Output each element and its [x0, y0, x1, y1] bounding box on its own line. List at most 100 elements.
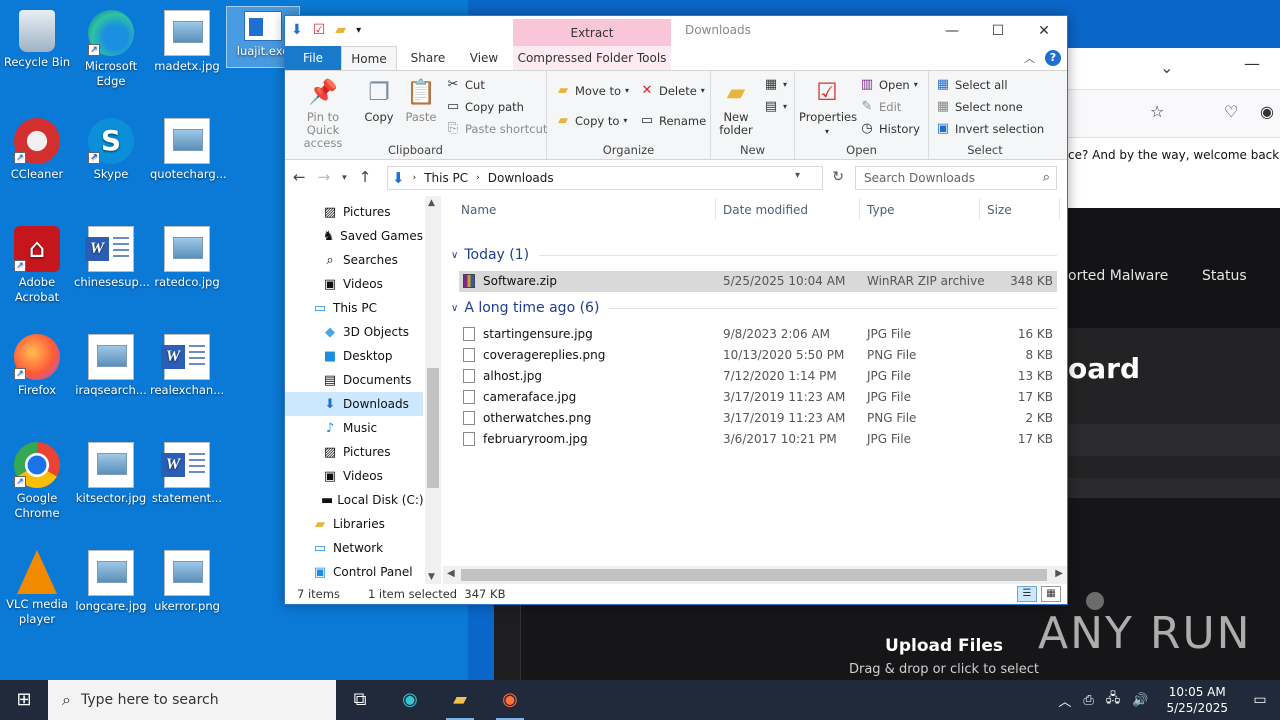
desktop-icon-madetx[interactable]: madetx.jpg: [150, 6, 224, 74]
search-input[interactable]: Search Downloads ⌕: [855, 166, 1057, 190]
forward-arrow-icon[interactable]: →: [318, 168, 331, 188]
tab-view[interactable]: View: [459, 46, 509, 70]
nav-item-documents[interactable]: ▤ Documents: [285, 368, 423, 392]
volume-icon[interactable]: 🔊: [1132, 693, 1148, 708]
file-row[interactable]: otherwatches.png 3/17/2019 11:23 AM PNG …: [459, 408, 1057, 429]
paste-button[interactable]: 📋 Paste: [401, 77, 441, 124]
breadcrumb-separator-icon[interactable]: ›: [476, 173, 480, 183]
taskbar-edge[interactable]: ◉: [386, 680, 434, 720]
pin-quick-access-button[interactable]: 📌 Pin to Quick access: [291, 77, 355, 150]
scrollbar-thumb[interactable]: [461, 569, 1047, 581]
account-icon[interactable]: ◉: [1260, 102, 1274, 121]
nav-item-network[interactable]: ▭ Network: [285, 536, 423, 560]
file-explorer-window[interactable]: ⬇ ☑ ▰ ▾ Extract Downloads — ☐ ✕ File Hom…: [284, 15, 1068, 605]
breadcrumb-this-pc[interactable]: This PC: [424, 171, 468, 185]
chevron-down-icon[interactable]: ⌄: [1160, 58, 1173, 77]
scroll-down-icon[interactable]: ▼: [428, 572, 435, 582]
new-folder-button[interactable]: ▰ New folder: [715, 77, 757, 137]
desktop-icon-ratedco[interactable]: ratedco.jpg: [150, 222, 224, 290]
search-icon[interactable]: ⌕: [1043, 170, 1050, 185]
nav-item-libraries[interactable]: ▰ Libraries: [285, 512, 423, 536]
nav-item-control-panel[interactable]: ▣ Control Panel: [285, 560, 423, 584]
close-button[interactable]: ✕: [1021, 16, 1067, 46]
file-row[interactable]: alhost.jpg 7/12/2020 1:14 PM JPG File 13…: [459, 366, 1057, 387]
properties-button[interactable]: ☑ Properties ▾: [799, 77, 857, 138]
file-row[interactable]: startingensure.jpg 9/8/2023 2:06 AM JPG …: [459, 324, 1057, 345]
nav-item-searches[interactable]: ⌕ Searches: [285, 248, 423, 272]
desktop-icon-ukerror[interactable]: ukerror.png: [150, 546, 224, 614]
nav-item-desktop[interactable]: ■ Desktop: [285, 344, 423, 368]
scroll-up-icon[interactable]: ▲: [428, 198, 435, 208]
history-button[interactable]: ◷ History: [859, 121, 920, 136]
desktop-icon-acrobat[interactable]: ⌂ ↗ Adobe Acrobat: [0, 222, 74, 305]
nav-item-local-disk[interactable]: ▬ Local Disk (C:): [285, 488, 424, 512]
nav-status[interactable]: Status: [1202, 268, 1247, 284]
new-item-button[interactable]: ▦ ▾: [763, 77, 787, 92]
scrollbar-thumb[interactable]: [427, 368, 439, 488]
notification-center-button[interactable]: ▭: [1240, 692, 1280, 708]
open-button[interactable]: ▥ Open ▾: [859, 77, 918, 92]
taskbar-file-explorer[interactable]: ▰: [436, 680, 484, 720]
nav-item-videos[interactable]: ▣ Videos: [285, 464, 423, 488]
column-name[interactable]: Name: [461, 203, 496, 217]
column-separator[interactable]: [1059, 198, 1060, 220]
desktop-icon-longcare[interactable]: longcare.jpg: [74, 546, 148, 614]
paste-shortcut-button[interactable]: ⎘ Paste shortcut: [445, 121, 548, 136]
chevron-up-icon[interactable]: ︿: [1058, 691, 1071, 710]
maximize-button[interactable]: ☐: [975, 16, 1021, 46]
desktop-icon-kitsector[interactable]: kitsector.jpg: [74, 438, 148, 506]
copy-path-button[interactable]: ▭ Copy path: [445, 99, 524, 114]
large-icons-view-icon[interactable]: ▦: [1041, 586, 1061, 602]
task-view-button[interactable]: ⧉: [336, 680, 384, 720]
collapse-ribbon-icon[interactable]: ︿: [1024, 50, 1035, 66]
bookmark-star-icon[interactable]: ☆: [1150, 102, 1164, 121]
pocket-icon[interactable]: ♡: [1224, 102, 1238, 121]
minimize-button[interactable]: —: [929, 16, 975, 46]
desktop-icon-iraqsearch[interactable]: iraqsearch...: [74, 330, 148, 398]
refresh-icon[interactable]: ↻: [832, 169, 844, 185]
help-icon[interactable]: ?: [1045, 50, 1061, 66]
nav-item-pictures[interactable]: ▨ Pictures: [285, 440, 423, 464]
copy-button[interactable]: ❐ Copy: [359, 77, 399, 124]
back-arrow-icon[interactable]: ←: [293, 168, 306, 188]
column-date-modified[interactable]: Date modified: [723, 203, 808, 217]
desktop-icon-ccleaner[interactable]: ↗ CCleaner: [0, 114, 74, 182]
select-all-button[interactable]: ▦ Select all: [935, 77, 1008, 92]
rename-button[interactable]: ▭ Rename: [639, 113, 706, 128]
nav-item-pictures[interactable]: ▨ Pictures: [285, 200, 423, 224]
qat-dropdown-icon[interactable]: ▾: [356, 25, 361, 36]
column-separator[interactable]: [979, 198, 980, 220]
column-type[interactable]: Type: [867, 203, 895, 217]
cut-button[interactable]: ✂ Cut: [445, 77, 485, 92]
browser-window[interactable]: ⌄ — ☆ ♡ ◉ ce? And by the way, welcome ba…: [494, 48, 1280, 680]
device-icon[interactable]: ⎙: [1083, 693, 1093, 708]
desktop-icon-recycle-bin[interactable]: Recycle Bin: [0, 6, 74, 70]
select-none-button[interactable]: ▦ Select none: [935, 99, 1023, 114]
breadcrumb-downloads[interactable]: Downloads: [488, 171, 554, 185]
recent-dropdown-icon[interactable]: ▾: [342, 168, 347, 188]
desktop-icon-edge[interactable]: ↗ Microsoft Edge: [74, 6, 148, 89]
address-dropdown-icon[interactable]: ▾: [795, 170, 800, 181]
invert-selection-button[interactable]: ▣ Invert selection: [935, 121, 1044, 136]
tab-share[interactable]: Share: [403, 46, 453, 70]
tab-home[interactable]: Home: [341, 46, 397, 71]
file-row[interactable]: coveragereplies.png 10/13/2020 5:50 PM P…: [459, 345, 1057, 366]
nav-item-3d-objects[interactable]: ◆ 3D Objects: [285, 320, 423, 344]
new-folder-qat-icon[interactable]: ▰: [335, 22, 346, 38]
copy-to-button[interactable]: ▰ Copy to ▾: [555, 113, 627, 128]
file-row[interactable]: Software.zip 5/25/2025 10:04 AM WinRAR Z…: [459, 271, 1057, 292]
column-separator[interactable]: [715, 198, 716, 220]
breadcrumb-separator-icon[interactable]: ›: [413, 173, 417, 183]
nav-item-music[interactable]: ♪ Music: [285, 416, 423, 440]
tab-compressed-folder-tools[interactable]: Compressed Folder Tools: [513, 46, 671, 70]
delete-button[interactable]: ✕ Delete ▾: [639, 83, 705, 98]
column-size[interactable]: Size: [987, 203, 1012, 217]
nav-item-saved-games[interactable]: ♞ Saved Games: [285, 224, 423, 248]
desktop-icon-chrome[interactable]: ↗ Google Chrome: [0, 438, 74, 521]
address-bar[interactable]: ⬇ › This PC › Downloads ▾ ↻: [387, 166, 844, 190]
minimize-icon[interactable]: —: [1244, 54, 1260, 73]
desktop-icon-firefox[interactable]: ↗ Firefox: [0, 330, 74, 398]
scroll-right-icon[interactable]: ▶: [1055, 568, 1063, 579]
file-row[interactable]: cameraface.jpg 3/17/2019 11:23 AM JPG Fi…: [459, 387, 1057, 408]
move-to-button[interactable]: ▰ Move to ▾: [555, 83, 629, 98]
